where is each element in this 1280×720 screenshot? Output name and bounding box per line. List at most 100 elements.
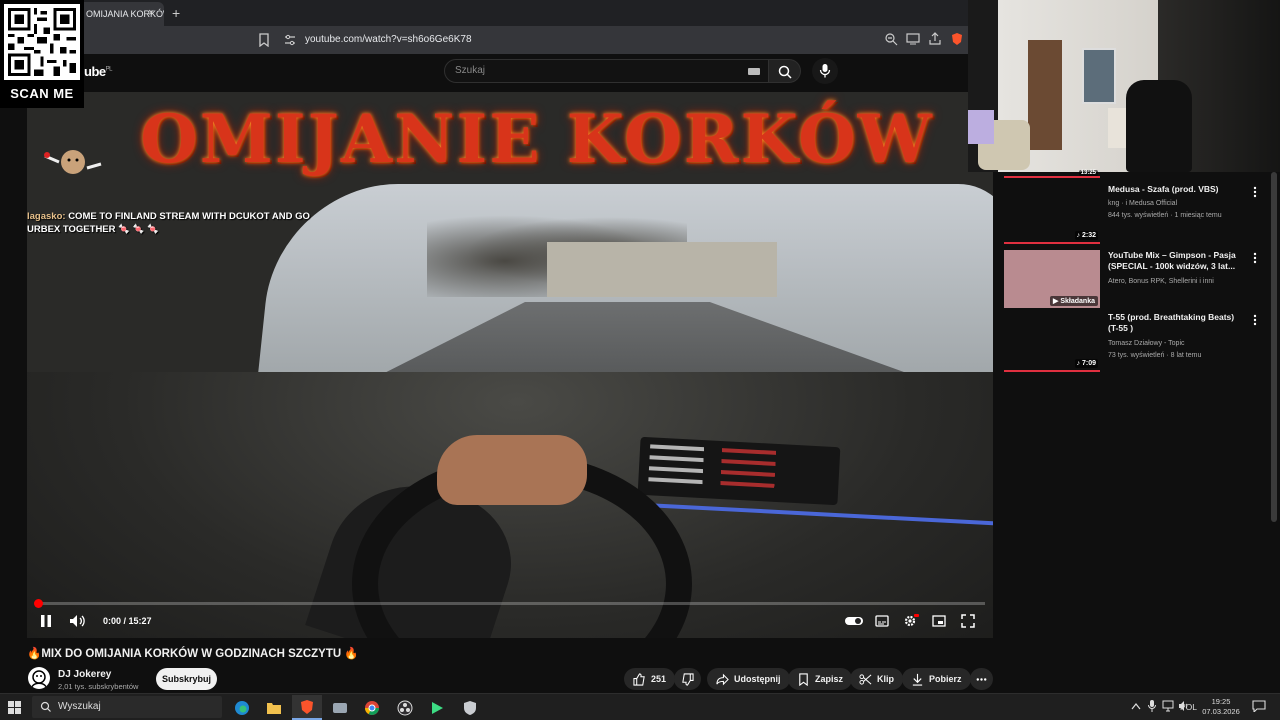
previous-recommendation-edge[interactable]: 13:25: [1004, 170, 1100, 178]
clip-button[interactable]: Klip: [850, 668, 903, 690]
watched-bar: [1004, 176, 1100, 178]
dislike-button[interactable]: [674, 668, 701, 690]
save-label: Zapisz: [815, 674, 844, 684]
recommendation-thumbnail[interactable]: ▶ Składanka: [1004, 250, 1100, 308]
site-settings-icon[interactable]: [284, 34, 296, 46]
recommendation-title[interactable]: T-55 (prod. Breathtaking Beats) (T-55 ): [1108, 312, 1238, 334]
like-button[interactable]: 251: [624, 668, 676, 690]
miniplayer-icon[interactable]: [932, 614, 946, 628]
obs-app[interactable]: [390, 695, 420, 720]
more-actions-button[interactable]: [970, 668, 993, 690]
chrome-app[interactable]: [357, 695, 387, 720]
pause-icon[interactable]: [39, 614, 53, 628]
cast-icon[interactable]: [906, 32, 920, 46]
recommendation-channel[interactable]: kng · i Medusa Official: [1108, 200, 1177, 207]
more-vertical-icon[interactable]: [1250, 314, 1260, 326]
settings-gear-icon[interactable]: [903, 614, 919, 628]
volume-icon[interactable]: [69, 614, 85, 628]
clock-date: 07.03.2026: [1202, 707, 1240, 716]
subscriber-count: 2,01 tys. subskrybentów: [58, 682, 139, 691]
autoplay-toggle-icon[interactable]: [845, 614, 863, 628]
app-icon-4[interactable]: [325, 695, 355, 720]
voice-search-button[interactable]: [812, 58, 838, 84]
logo-region: PL: [105, 66, 113, 73]
chat-user: lagasko:: [27, 211, 66, 222]
edge-app[interactable]: [227, 695, 257, 720]
subscribe-button[interactable]: Subskrybuj: [156, 668, 217, 690]
play-triangle-icon: [432, 701, 443, 714]
duration-badge: ♪ 2:32: [1074, 231, 1098, 240]
recommendation-channel[interactable]: Tomasz Działowy - Topic: [1108, 340, 1185, 347]
recommendation-item[interactable]: ♪ 2:32 Medusa - Szafa (prod. VBS) kng · …: [1004, 184, 1266, 244]
new-tab-button[interactable]: +: [172, 5, 180, 21]
clip-label: Klip: [877, 674, 894, 684]
video-title: 🔥MIX DO OMIJANIA KORKÓW W GODZINACH SZCZ…: [27, 648, 359, 660]
webcam-painting: [1082, 48, 1116, 104]
progress-bar[interactable]: [33, 599, 985, 608]
scrollbar-thumb[interactable]: [1271, 172, 1277, 522]
keyboard-icon[interactable]: [748, 68, 760, 75]
search-icon: [40, 701, 51, 712]
notifications-icon[interactable]: [1252, 700, 1266, 712]
more-vertical-icon[interactable]: [1250, 252, 1260, 264]
channel-name[interactable]: DJ Jokerey: [58, 669, 111, 680]
subtitles-icon[interactable]: [875, 614, 889, 628]
infotainment-screen: [637, 436, 841, 506]
tab-close-icon[interactable]: ×: [148, 7, 154, 19]
taskbar-search[interactable]: Wyszukaj: [32, 696, 222, 718]
playlist-badge: ▶ Składanka: [1050, 296, 1098, 306]
edge-icon: [235, 700, 249, 715]
windows-start-icon[interactable]: [8, 701, 21, 714]
microphone-icon: [819, 64, 831, 78]
scissors-icon: [859, 673, 872, 685]
driver-hand: [437, 435, 587, 505]
playlist-badge-text: Składanka: [1060, 298, 1095, 305]
recommendation-thumbnail[interactable]: ♪ 2:32: [1004, 184, 1100, 244]
recommendation-channel[interactable]: Atero, Bonus RPK, Shellerini i inni: [1108, 278, 1214, 285]
qr-label: SCAN ME: [10, 86, 74, 101]
duration-badge: ♪ 7:09: [1074, 359, 1098, 368]
taskbar-clock[interactable]: 19:25 07.03.2026: [1196, 697, 1246, 717]
network-icon[interactable]: [1162, 700, 1174, 712]
obs-icon: [397, 700, 413, 715]
youtube-logo[interactable]: ubePL: [84, 64, 112, 79]
search-input[interactable]: Szukaj: [444, 59, 769, 83]
bookmark-icon[interactable]: [258, 33, 270, 47]
search-icon: [778, 65, 792, 79]
share-button[interactable]: Udostępnij: [707, 668, 790, 690]
tray-mic-icon[interactable]: [1148, 700, 1156, 712]
share-page-icon[interactable]: [928, 32, 942, 46]
building: [547, 242, 777, 297]
download-label: Pobierz: [929, 674, 962, 684]
tray-chevron-icon[interactable]: [1131, 702, 1141, 710]
fullscreen-icon[interactable]: [961, 614, 975, 628]
search-button[interactable]: [769, 59, 801, 83]
save-button[interactable]: Zapisz: [788, 668, 853, 690]
address-bar-actions: [884, 32, 964, 46]
brave-shield-icon[interactable]: [950, 32, 964, 46]
more-vertical-icon[interactable]: [1250, 186, 1260, 198]
progress-scrubber[interactable]: [33, 599, 43, 608]
address-bar[interactable]: youtube.com/watch?v=sh6o6Ge6K78: [0, 26, 968, 54]
video-player[interactable]: OMIJANIE KORKÓW lagasko: COME TO FINLAND…: [27, 92, 993, 638]
recommendation-item[interactable]: ▶ Składanka YouTube Mix – Gimpson - Pasj…: [1004, 250, 1266, 310]
channel-avatar[interactable]: [28, 667, 50, 689]
file-explorer-app[interactable]: [259, 695, 289, 720]
url-text[interactable]: youtube.com/watch?v=sh6o6Ge6K78: [305, 34, 472, 45]
zoom-icon[interactable]: [884, 32, 898, 46]
clock-time: 19:25: [1211, 697, 1231, 706]
recommendation-thumbnail[interactable]: ♪ 7:09: [1004, 312, 1100, 372]
brave-app[interactable]: [292, 695, 322, 720]
page-scrollbar[interactable]: [1270, 172, 1278, 692]
player-controls: 0:00 / 15:27: [27, 608, 993, 638]
app-icon-8[interactable]: [455, 695, 485, 720]
download-button[interactable]: Pobierz: [902, 668, 971, 690]
save-icon: [799, 672, 808, 686]
recommendation-item[interactable]: ♪ 7:09 T-55 (prod. Breathtaking Beats) (…: [1004, 312, 1266, 372]
recommendation-title[interactable]: YouTube Mix – Gimpson - Pasja (SPECIAL -…: [1108, 250, 1238, 272]
folder-icon: [267, 702, 281, 714]
media-app[interactable]: [422, 695, 452, 720]
webcam-gaming-chair: [1126, 80, 1192, 172]
recommendation-title[interactable]: Medusa - Szafa (prod. VBS): [1108, 184, 1238, 195]
more-horizontal-icon: [976, 677, 987, 681]
